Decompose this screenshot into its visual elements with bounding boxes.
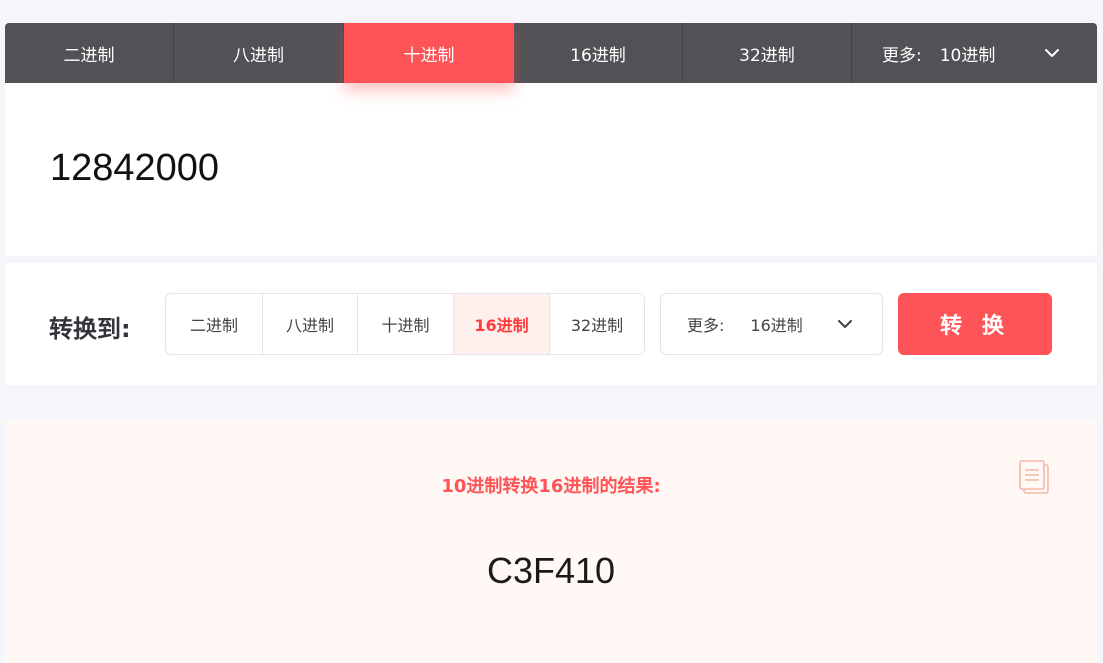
target-binary[interactable]: 二进制: [166, 294, 263, 354]
tab-hex[interactable]: 16进制: [514, 23, 683, 83]
tab-decimal[interactable]: 十进制: [344, 23, 514, 83]
target-octal[interactable]: 八进制: [263, 294, 358, 354]
target-hex[interactable]: 16进制: [454, 294, 550, 354]
result-value: C3F410: [486, 550, 616, 591]
base-converter-app: 二进制 八进制 十进制 16进制 32进制 更多: 10进制 12842000 …: [0, 0, 1103, 663]
copy-icon[interactable]: [1017, 460, 1051, 496]
target-more-value: 16进制: [750, 316, 803, 335]
tab-binary[interactable]: 二进制: [5, 23, 174, 83]
target-base-selector: 二进制 八进制 十进制 16进制 32进制: [165, 293, 645, 355]
source-more-dropdown[interactable]: 更多: 10进制: [852, 23, 1097, 83]
source-more-value: 10进制: [939, 45, 996, 66]
target-more-label: 更多:: [687, 316, 725, 335]
tab-octal[interactable]: 八进制: [174, 23, 344, 83]
convert-button[interactable]: 转 换: [898, 293, 1052, 355]
target-decimal[interactable]: 十进制: [358, 294, 454, 354]
chevron-down-icon: [1045, 48, 1059, 58]
number-input-panel[interactable]: 12842000: [5, 83, 1097, 256]
number-input[interactable]: 12842000: [50, 147, 219, 190]
result-panel: 10进制转换16进制的结果: C3F410: [5, 420, 1097, 663]
target-base32[interactable]: 32进制: [550, 294, 644, 354]
chevron-down-icon: [838, 319, 852, 329]
convert-to-panel: 转换到: 二进制 八进制 十进制 16进制 32进制 更多: 16进制 转 换: [5, 263, 1097, 385]
source-more-label: 更多:: [882, 45, 922, 66]
result-title: 10进制转换16进制的结果:: [441, 476, 661, 497]
convert-to-label: 转换到:: [49, 315, 131, 343]
tab-base32[interactable]: 32进制: [683, 23, 852, 83]
target-more-dropdown[interactable]: 更多: 16进制: [660, 293, 883, 355]
source-base-tabbar: 二进制 八进制 十进制 16进制 32进制 更多: 10进制: [5, 23, 1097, 83]
